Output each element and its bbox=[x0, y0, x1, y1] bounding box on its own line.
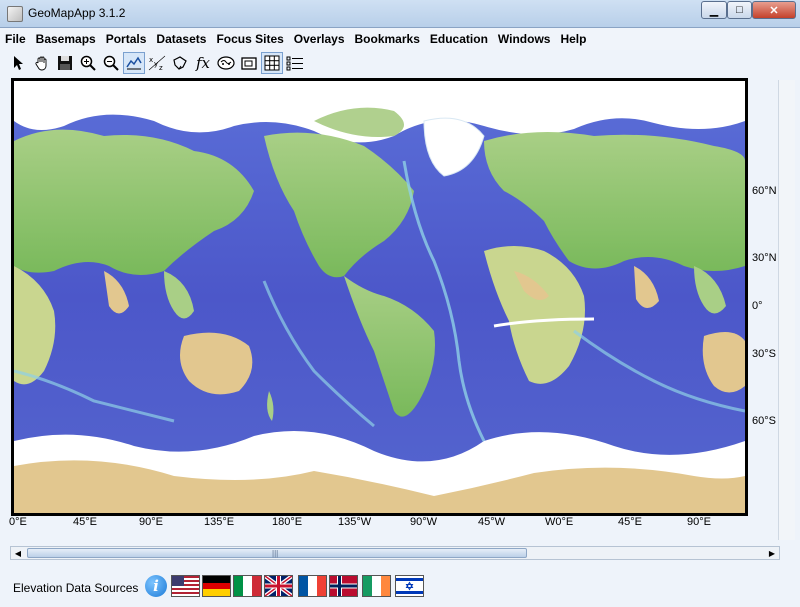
menu-overlays[interactable]: Overlays bbox=[289, 32, 350, 46]
grid-icon[interactable] bbox=[261, 52, 283, 74]
scrollbar-thumb[interactable]: ||| bbox=[27, 548, 527, 558]
profile-icon[interactable] bbox=[123, 52, 145, 74]
svg-text:z: z bbox=[159, 64, 163, 71]
menu-focus-sites[interactable]: Focus Sites bbox=[211, 32, 288, 46]
save-icon[interactable] bbox=[54, 52, 76, 74]
italy-flag[interactable] bbox=[233, 575, 262, 597]
function-label: fx bbox=[195, 54, 210, 72]
hand-pan-icon[interactable] bbox=[31, 52, 53, 74]
zoom-out-icon[interactable] bbox=[100, 52, 122, 74]
lon-label-45e: 45°E bbox=[73, 516, 97, 528]
menu-bookmarks[interactable]: Bookmarks bbox=[350, 32, 425, 46]
lat-label-60s: 60°S bbox=[752, 415, 776, 427]
vertical-scrollbar[interactable] bbox=[778, 80, 795, 540]
lon-label-135e: 135°E bbox=[204, 516, 235, 528]
lon-label-45w: 45°W bbox=[478, 516, 506, 528]
lasso-icon[interactable] bbox=[169, 52, 191, 74]
norway-flag[interactable] bbox=[329, 575, 358, 597]
menu-datasets[interactable]: Datasets bbox=[151, 32, 211, 46]
minimize-button[interactable]: ▁ bbox=[701, 1, 727, 19]
function-icon[interactable]: fx bbox=[192, 52, 214, 74]
menu-help[interactable]: Help bbox=[555, 32, 591, 46]
window-title: GeoMapApp 3.1.2 bbox=[28, 6, 126, 20]
lon-label-90e-2: 90°E bbox=[687, 516, 711, 528]
menu-file[interactable]: File bbox=[0, 32, 31, 46]
app-icon bbox=[7, 6, 23, 22]
usa-flag[interactable] bbox=[171, 575, 200, 597]
world-map bbox=[14, 81, 745, 513]
lon-label-90e: 90°E bbox=[139, 516, 163, 528]
thumb-grip-icon: ||| bbox=[272, 549, 279, 558]
title-bar: GeoMapApp 3.1.2 ▁ □ ✕ bbox=[0, 0, 800, 28]
pointer-icon[interactable] bbox=[8, 52, 30, 74]
xyz-icon[interactable]: xyz bbox=[146, 52, 168, 74]
globe-icon[interactable] bbox=[215, 52, 237, 74]
menu-portals[interactable]: Portals bbox=[101, 32, 152, 46]
uk-flag[interactable] bbox=[264, 575, 293, 597]
france-flag[interactable] bbox=[298, 575, 327, 597]
info-icon[interactable]: i bbox=[145, 575, 167, 597]
close-button[interactable]: ✕ bbox=[752, 1, 796, 19]
layers-icon[interactable] bbox=[238, 52, 260, 74]
zoom-in-icon[interactable] bbox=[77, 52, 99, 74]
lat-label-30s: 30°S bbox=[752, 348, 776, 360]
scroll-right-arrow-icon[interactable]: ▶ bbox=[765, 547, 779, 559]
lon-label-135w: 135°W bbox=[338, 516, 372, 528]
footer-bar: Elevation Data Sources i bbox=[0, 567, 800, 607]
lat-label-60n: 60°N bbox=[752, 185, 777, 197]
lon-label-0e: 0°E bbox=[9, 516, 27, 528]
horizontal-scrollbar[interactable]: ◀ ||| ▶ bbox=[10, 546, 780, 560]
israel-flag[interactable] bbox=[395, 575, 424, 597]
lon-label-45e-2: 45°E bbox=[618, 516, 642, 528]
scroll-left-arrow-icon[interactable]: ◀ bbox=[11, 547, 25, 559]
germany-flag[interactable] bbox=[202, 575, 231, 597]
lon-label-90w: 90°W bbox=[410, 516, 438, 528]
menu-windows[interactable]: Windows bbox=[493, 32, 556, 46]
menu-bar: File Basemaps Portals Datasets Focus Sit… bbox=[0, 28, 800, 50]
svg-text:x: x bbox=[149, 56, 153, 64]
elevation-data-sources-label: Elevation Data Sources bbox=[13, 581, 139, 595]
lon-label-180e: 180°E bbox=[272, 516, 303, 528]
lat-label-equator: 0° bbox=[752, 300, 763, 312]
maximize-button[interactable]: □ bbox=[727, 1, 752, 19]
lon-label-0w: W0°E bbox=[545, 516, 574, 528]
list-icon[interactable] bbox=[284, 52, 306, 74]
lat-label-30n: 30°N bbox=[752, 252, 777, 264]
map-canvas[interactable] bbox=[11, 78, 748, 516]
toolbar: xyz fx bbox=[0, 50, 800, 76]
menu-education[interactable]: Education bbox=[425, 32, 493, 46]
ireland-flag[interactable] bbox=[362, 575, 391, 597]
menu-basemaps[interactable]: Basemaps bbox=[31, 32, 101, 46]
